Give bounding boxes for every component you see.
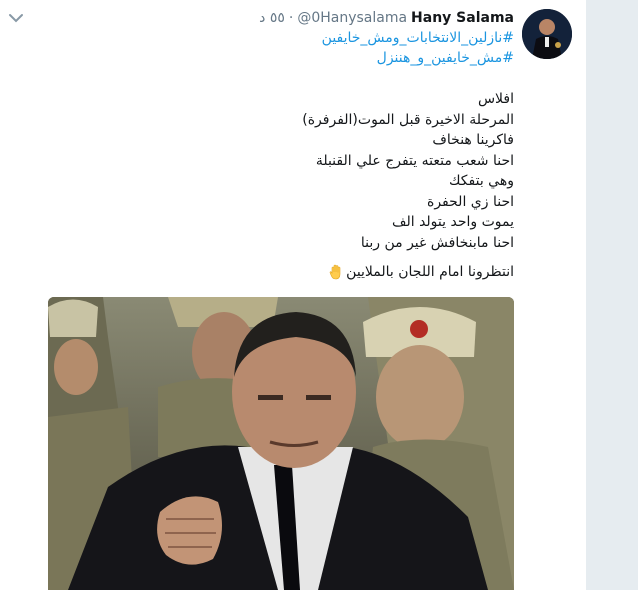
author-name[interactable]: Hany Salama [411,10,514,26]
tweet-line: المرحلة الاخيرة قبل الموت(الفرفرة) [302,111,514,128]
call-to-action-text: انتظرونا امام اللجان بالملايين [346,264,514,280]
timeline-gutter [586,0,638,590]
tweet-line: احنا شعب متعته يتفرج علي القنبلة [315,152,514,169]
tweet-photo[interactable] [48,297,514,590]
tweet-text: افلاس المرحلة الاخيرة قبل الموت(الفرفرة)… [44,89,514,253]
tweet-line: فاكرينا هنخاف [432,132,514,148]
tweet-line: احنا زي الحفرة [427,193,514,210]
tweet-header: Hany Salama @0Hanysalama · ٥٥ د [259,9,514,27]
tweet-timestamp[interactable]: ٥٥ د [259,10,285,26]
avatar[interactable] [522,9,572,59]
header-separator: · [288,10,294,26]
raised-hand-icon [329,264,341,280]
tweet-card[interactable]: Hany Salama @0Hanysalama · ٥٥ د #نازلين_… [0,0,586,590]
tweet-line: افلاس [477,91,514,107]
tweet-call-to-action: انتظرونا امام اللجان بالملايين [329,264,514,280]
avatar-image [522,9,572,59]
tweet-line: احنا مابنخافش غير من ربنا [360,234,514,251]
hashtag-link[interactable]: #نازلين_الانتخابات_ومش_خايفين [322,30,514,46]
hashtag-link[interactable]: #مش_خايفين_و_هننزل [377,50,514,66]
author-handle[interactable]: @0Hanysalama [297,10,407,26]
tweet-line: وهي بتفكك [449,173,514,189]
tweet-line: يموت واحد يتولد الف [391,214,514,230]
chevron-down-icon[interactable] [8,12,24,24]
photo-image [48,297,514,590]
